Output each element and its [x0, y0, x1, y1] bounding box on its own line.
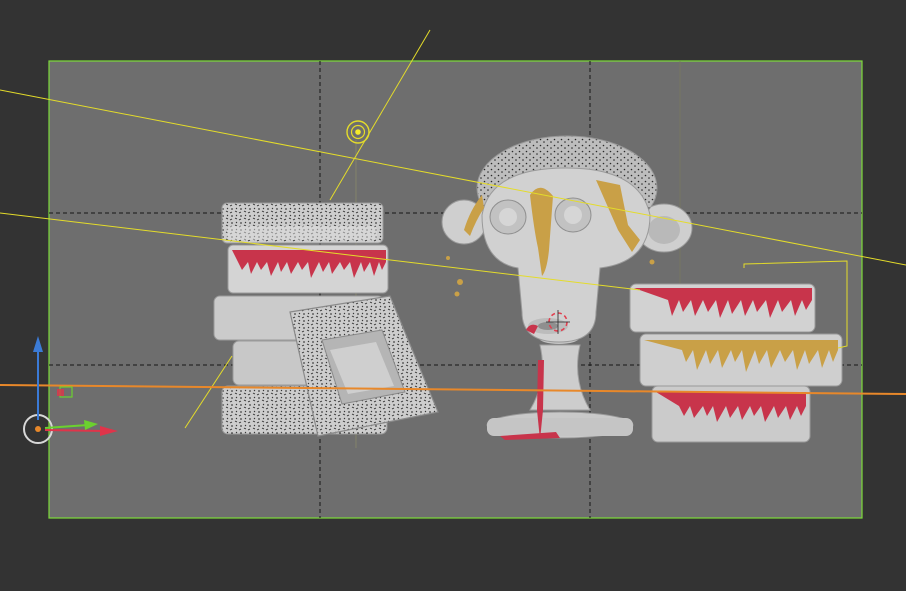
- scene-canvas[interactable]: [0, 0, 906, 591]
- 3d-viewport[interactable]: [0, 0, 906, 591]
- stack-right[interactable]: [629, 283, 843, 443]
